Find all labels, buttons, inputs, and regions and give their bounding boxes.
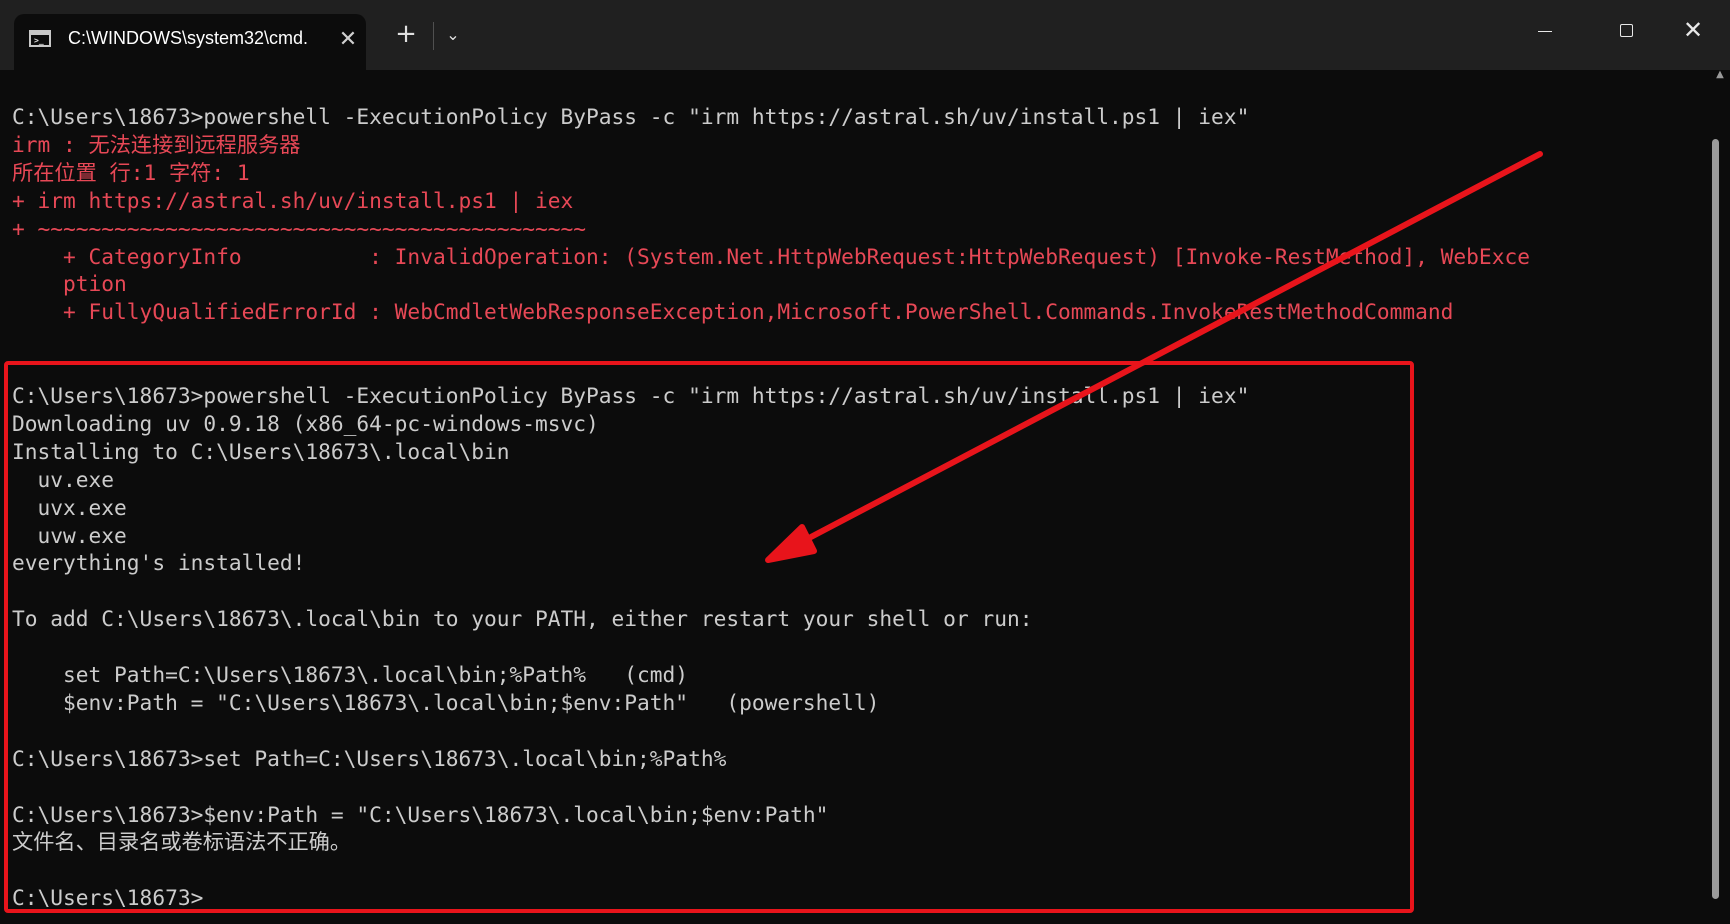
terminal-window: >_ C:\WINDOWS\system32\cmd. ✕ + ⌄ ✕ C:\U… (0, 0, 1730, 924)
close-tab-icon[interactable]: ✕ (334, 26, 362, 54)
title-bar: >_ C:\WINDOWS\system32\cmd. ✕ + ⌄ ✕ (0, 0, 1730, 70)
tab-title: C:\WINDOWS\system32\cmd. (68, 28, 309, 48)
new-tab-button[interactable]: + (388, 20, 424, 50)
close-icon: ✕ (1682, 16, 1704, 44)
close-window-button[interactable]: ✕ (1656, 0, 1730, 60)
maximize-button[interactable] (1590, 0, 1664, 60)
scroll-up-icon[interactable]: ▲ (1710, 66, 1730, 84)
terminal-line: + FullyQualifiedErrorId : WebCmdletWebRe… (12, 299, 1454, 325)
terminal-line: + irm https://astral.sh/uv/install.ps1 |… (12, 187, 574, 213)
terminal-line: 所在位置 行:1 字符: 1 (12, 159, 250, 185)
terminal-icon: >_ (29, 30, 51, 47)
tab-divider (433, 22, 434, 50)
terminal-line: + CategoryInfo : InvalidOperation: (Syst… (12, 243, 1530, 269)
minimize-icon (1538, 31, 1552, 32)
terminal-line: C:\Users\18673>powershell -ExecutionPoli… (12, 104, 1250, 129)
terminal-line: + ~~~~~~~~~~~~~~~~~~~~~~~~~~~~~~~~~~~~~~… (12, 215, 587, 241)
terminal-line: ption (12, 271, 127, 297)
maximize-icon (1620, 24, 1633, 37)
annotation-highlight-box (4, 361, 1414, 913)
minimize-button[interactable] (1508, 0, 1582, 60)
terminal-line: irm : 无法连接到远程服务器 (12, 131, 301, 157)
tab-cmd[interactable]: >_ C:\WINDOWS\system32\cmd. ✕ (14, 14, 366, 70)
chevron-down-icon[interactable]: ⌄ (438, 20, 468, 50)
scrollbar-thumb[interactable] (1712, 139, 1719, 899)
